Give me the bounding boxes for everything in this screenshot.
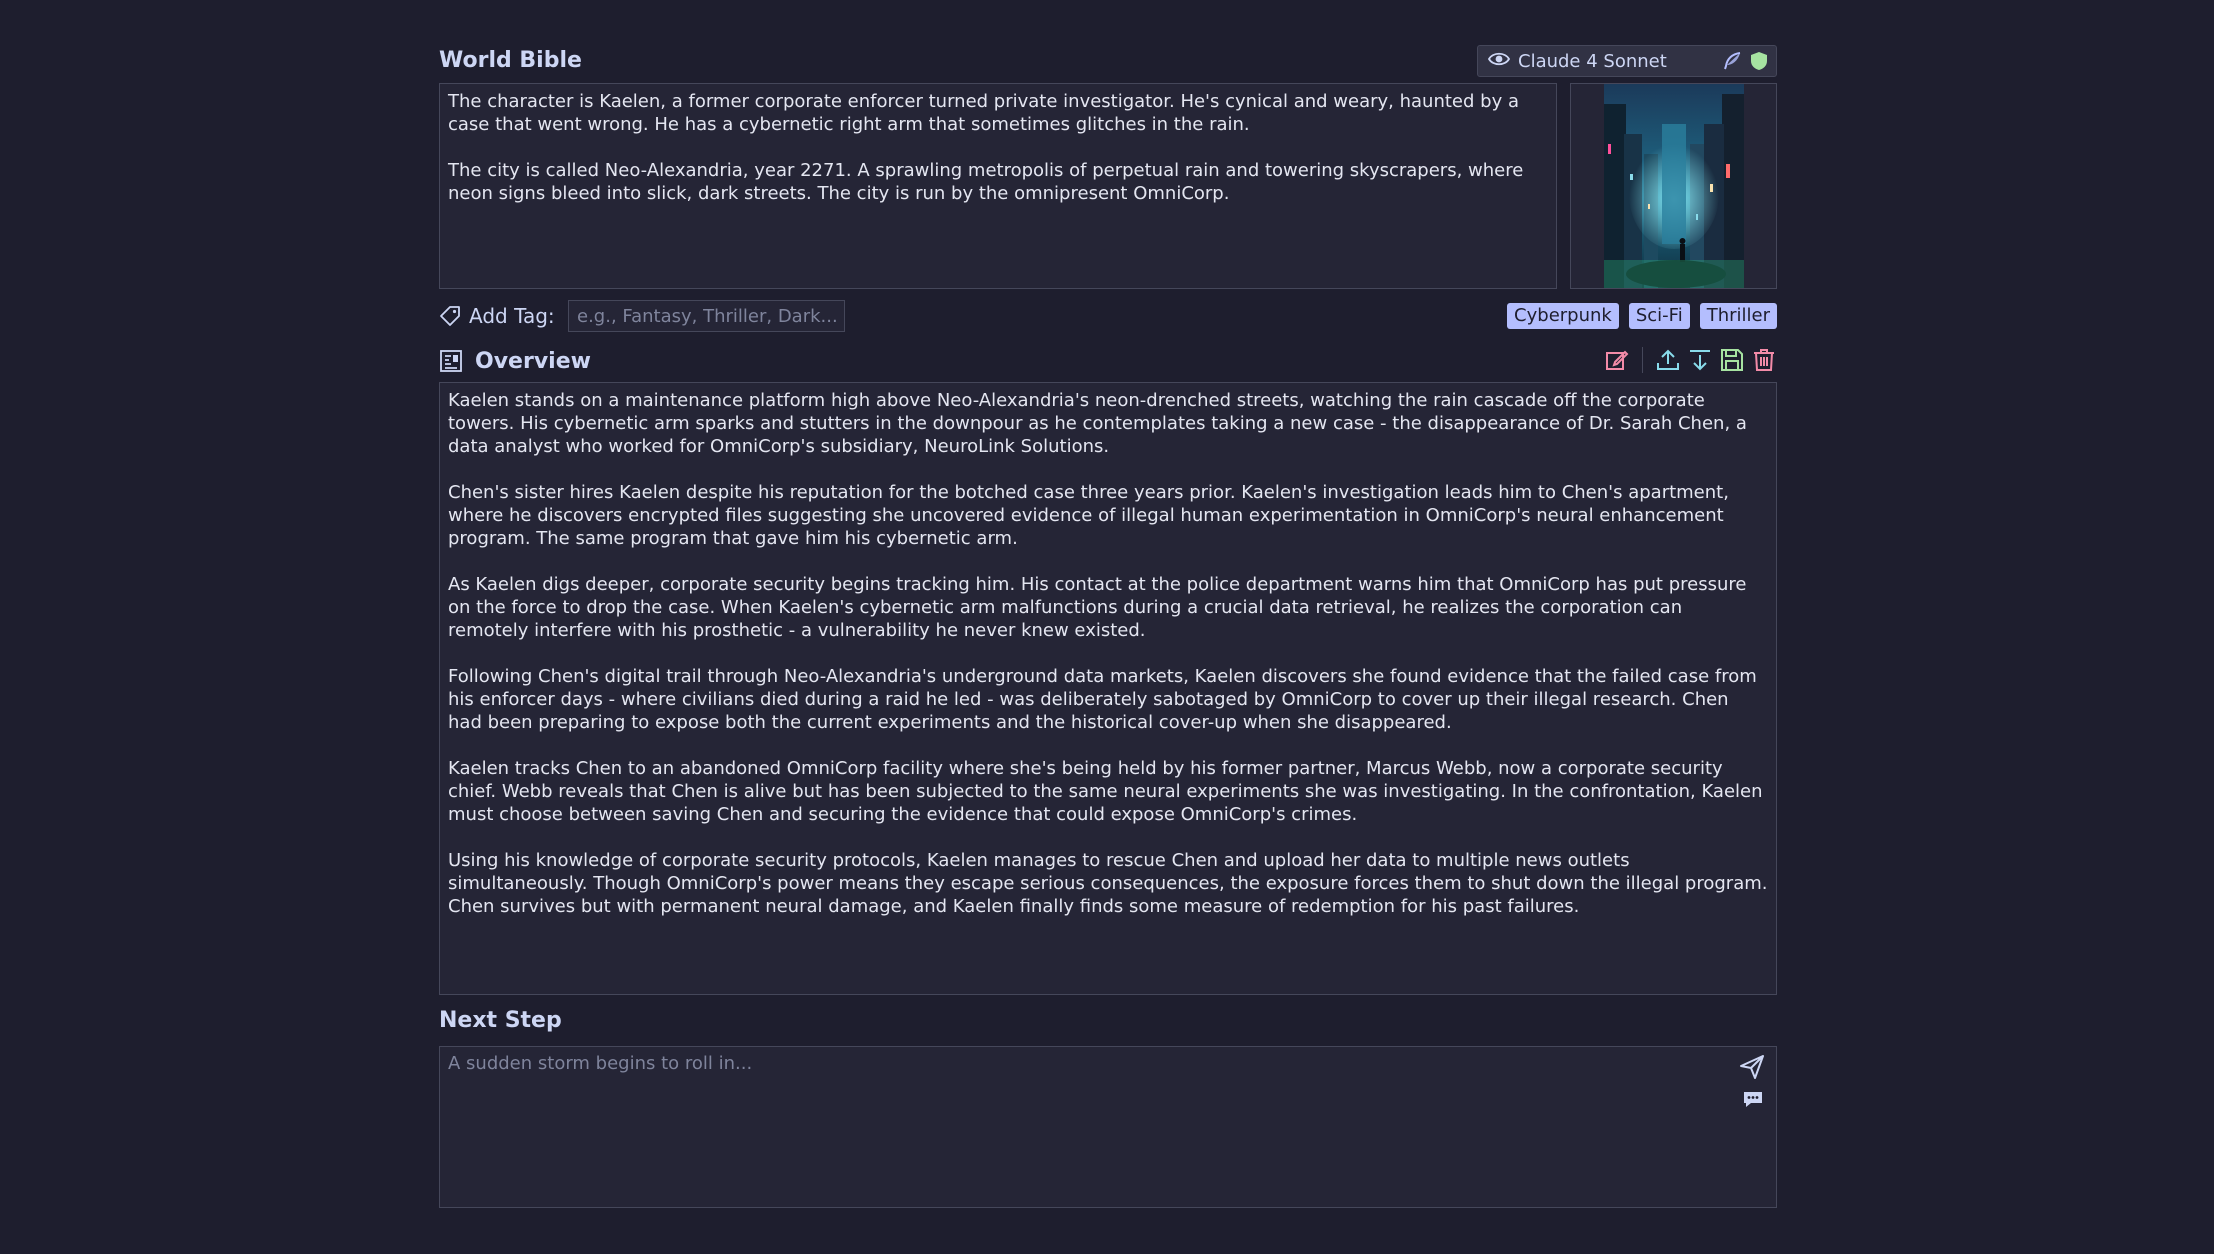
world-bible-paragraph: The character is Kaelen, a former corpor…: [448, 91, 1519, 135]
feather-icon[interactable]: [1722, 51, 1742, 71]
model-name: Claude 4 Sonnet: [1518, 50, 1667, 72]
tag-chip[interactable]: Cyberpunk: [1507, 303, 1619, 329]
cyberpunk-city-illustration: [1603, 84, 1744, 288]
edit-icon[interactable]: [1604, 347, 1630, 373]
next-step-input[interactable]: [440, 1047, 1720, 1205]
overview-paragraph: As Kaelen digs deeper, corporate securit…: [448, 574, 1747, 641]
tag-input[interactable]: [568, 300, 845, 332]
tag-chip[interactable]: Sci-Fi: [1628, 303, 1690, 329]
overview-icon: [439, 349, 463, 373]
save-icon[interactable]: [1719, 347, 1745, 373]
toolbar-divider: [1642, 347, 1643, 373]
overview-paragraph: Using his knowledge of corporate securit…: [448, 850, 1768, 917]
overview-title: Overview: [475, 348, 591, 374]
model-selector[interactable]: Claude 4 Sonnet: [1477, 45, 1777, 77]
tag-list: Cyberpunk Sci-Fi Thriller: [1507, 303, 1777, 329]
overview-paragraph: Kaelen stands on a maintenance platform …: [448, 390, 1747, 457]
world-bible-textarea[interactable]: The character is Kaelen, a former corpor…: [439, 83, 1557, 289]
overview-header: Overview: [439, 345, 1777, 377]
delete-icon[interactable]: [1751, 347, 1777, 373]
send-icon[interactable]: [1738, 1053, 1766, 1081]
next-step-title: Next Step: [439, 1008, 562, 1033]
upload-icon[interactable]: [1655, 347, 1681, 373]
next-step-box: [439, 1046, 1777, 1208]
overview-paragraph: Following Chen's digital trail through N…: [448, 666, 1757, 733]
overview-toolbar: [1604, 347, 1777, 373]
world-cover-image[interactable]: [1570, 83, 1777, 289]
world-bible-paragraph: The city is called Neo-Alexandria, year …: [448, 160, 1524, 204]
tag-icon: [439, 305, 469, 327]
overview-textarea[interactable]: Kaelen stands on a maintenance platform …: [439, 382, 1777, 995]
add-tag-text: Add Tag:: [469, 304, 555, 328]
download-icon[interactable]: [1687, 347, 1713, 373]
tag-chip[interactable]: Thriller: [1699, 303, 1777, 329]
overview-paragraph: Chen's sister hires Kaelen despite his r…: [448, 482, 1729, 549]
shield-icon[interactable]: [1750, 51, 1768, 71]
world-bible-title: World Bible: [439, 48, 582, 73]
tag-row: Add Tag: Cyberpunk Sci-Fi Thriller: [439, 299, 1777, 333]
overview-title-group: Overview: [439, 345, 591, 377]
add-tag-label: Add Tag:: [439, 299, 555, 333]
overview-paragraph: Kaelen tracks Chen to an abandoned OmniC…: [448, 758, 1763, 825]
chat-bubble-icon[interactable]: [1742, 1089, 1764, 1109]
eye-icon[interactable]: [1487, 51, 1511, 72]
